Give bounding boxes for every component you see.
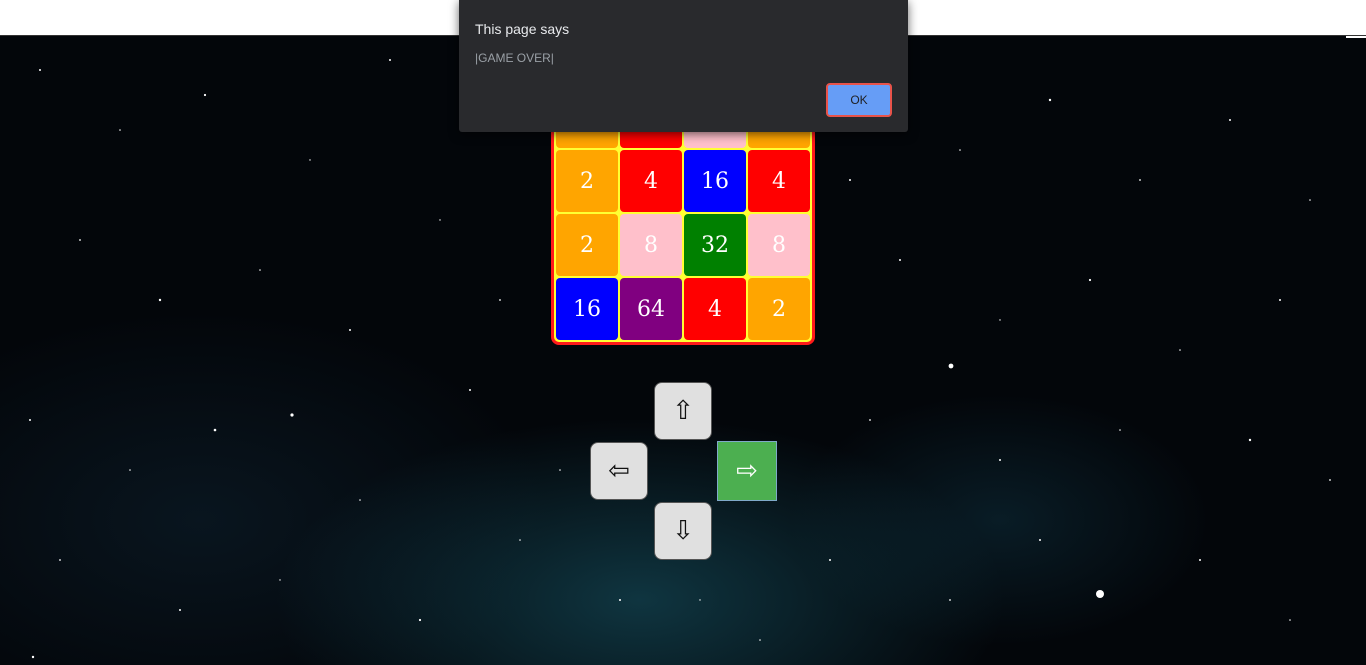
- top-bar-edge: [1346, 36, 1366, 38]
- alert-dialog: This page says |GAME OVER| OK: [459, 0, 908, 132]
- down-button[interactable]: ⇩: [654, 502, 712, 560]
- left-button[interactable]: ⇦: [590, 442, 648, 500]
- arrow-up-icon: ⇧: [672, 396, 694, 426]
- arrow-down-icon: ⇩: [672, 516, 694, 546]
- tile: 2: [748, 278, 810, 340]
- tile: 16: [684, 150, 746, 212]
- arrow-left-icon: ⇦: [608, 456, 630, 486]
- tile: 64: [620, 278, 682, 340]
- tile: 4: [684, 278, 746, 340]
- tile: 16: [556, 278, 618, 340]
- tile: 4: [748, 150, 810, 212]
- arrow-right-icon: ⇨: [736, 456, 758, 486]
- tile: 2: [556, 214, 618, 276]
- right-button[interactable]: ⇨: [717, 441, 777, 501]
- tile: 32: [684, 214, 746, 276]
- dialog-message: |GAME OVER|: [475, 51, 554, 65]
- tile: 2: [556, 150, 618, 212]
- tile: 4: [620, 150, 682, 212]
- tile: 8: [748, 214, 810, 276]
- ok-button[interactable]: OK: [826, 83, 892, 117]
- up-button[interactable]: ⇧: [654, 382, 712, 440]
- tile: 8: [620, 214, 682, 276]
- dialog-title: This page says: [475, 21, 570, 37]
